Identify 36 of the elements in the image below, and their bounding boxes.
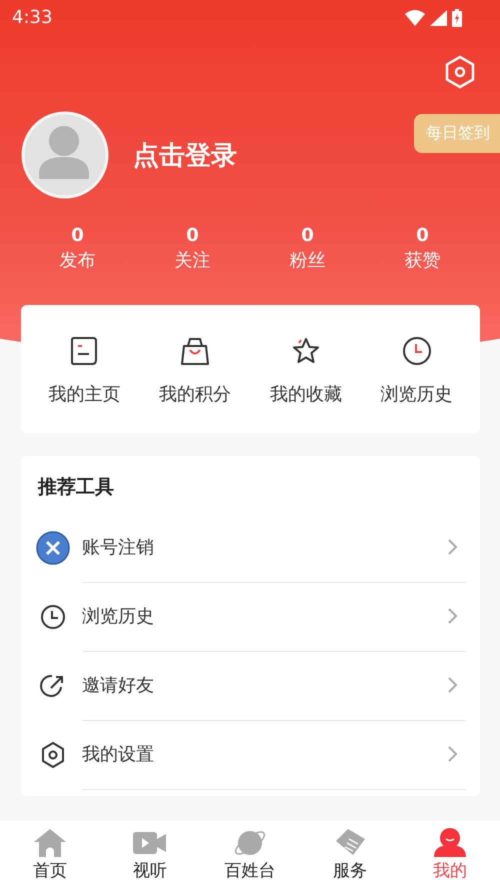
nav-tab[interactable]: 服务	[300, 821, 400, 889]
stat-count: 0	[416, 225, 429, 246]
clock-icon	[402, 336, 432, 366]
menu-item[interactable]: 邀请好友	[82, 673, 154, 697]
battery-icon	[452, 8, 462, 26]
chevron-icon	[446, 607, 458, 625]
nav-tab[interactable]: 百姓台	[200, 821, 300, 889]
signal-icon	[430, 10, 447, 26]
menu-item[interactable]: 我的设置	[82, 742, 154, 766]
chevron-icon	[446, 676, 458, 694]
stat-count: 0	[186, 225, 199, 246]
menu-item[interactable]: 浏览历史	[82, 604, 154, 628]
wifi-icon	[405, 10, 425, 26]
person-icon	[432, 827, 468, 859]
page-icon	[69, 336, 100, 366]
shortcut-label[interactable]: 我的积分	[159, 382, 232, 406]
stat-count: 0	[301, 225, 314, 246]
shortcut-label[interactable]: 我的收藏	[270, 382, 342, 406]
stat-count: 0	[71, 225, 84, 246]
nav-tab[interactable]: 首页	[0, 821, 100, 889]
settings-icon[interactable]	[444, 55, 476, 89]
chevron-icon	[446, 538, 458, 556]
section-title: 推荐工具	[38, 475, 115, 500]
avatar[interactable]	[21, 111, 109, 199]
nav-tab[interactable]: 我的	[400, 821, 500, 889]
close-icon	[36, 530, 70, 564]
nav-tab[interactable]: 视听	[100, 821, 200, 889]
home-icon	[32, 827, 68, 859]
bag-icon	[180, 336, 210, 366]
shortcut-label[interactable]: 我的主页	[48, 382, 120, 406]
login-link[interactable]: 点击登录	[133, 138, 237, 172]
menu-item[interactable]: 账号注销	[82, 535, 154, 559]
shortcut-label[interactable]: 浏览历史	[380, 382, 453, 406]
star-icon	[290, 336, 321, 366]
status-time: 4:33	[12, 7, 52, 28]
chevron-icon	[446, 745, 458, 763]
